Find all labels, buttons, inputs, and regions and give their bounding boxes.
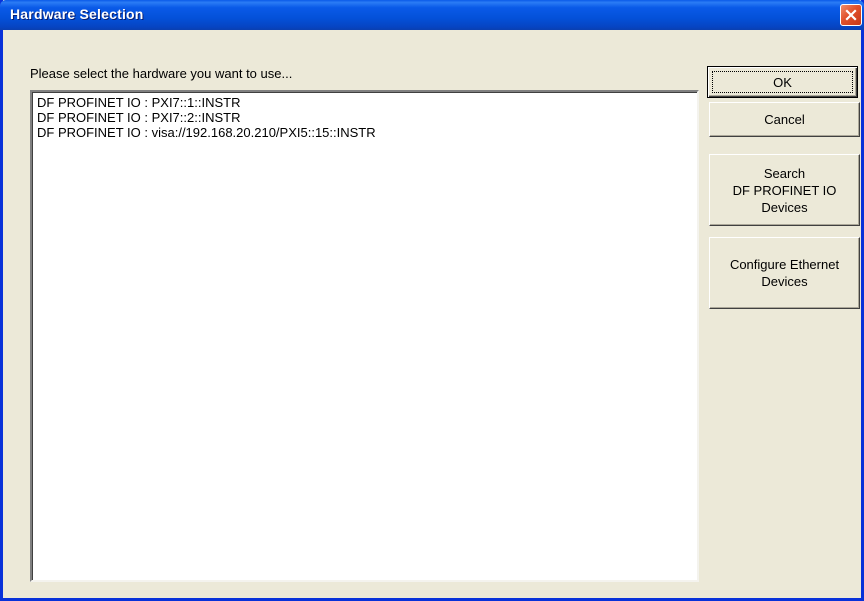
ok-button-label: OK [773, 74, 792, 90]
window-title: Hardware Selection [10, 6, 144, 22]
instruction-label: Please select the hardware you want to u… [30, 66, 293, 81]
list-item[interactable]: DF PROFINET IO : PXI7::1::INSTR [37, 95, 697, 110]
cancel-button[interactable]: Cancel [709, 102, 860, 137]
list-item[interactable]: DF PROFINET IO : PXI7::2::INSTR [37, 110, 697, 125]
close-button[interactable] [840, 4, 862, 26]
search-devices-button[interactable]: Search DF PROFINET IO Devices [709, 154, 860, 226]
search-devices-button-label: Search DF PROFINET IO Devices [732, 165, 837, 215]
hardware-selection-dialog: Hardware Selection Please select the har… [0, 0, 864, 601]
title-bar[interactable]: Hardware Selection [0, 0, 864, 30]
list-item[interactable]: DF PROFINET IO : visa://192.168.20.210/P… [37, 125, 697, 140]
close-icon [845, 9, 857, 21]
configure-ethernet-button[interactable]: Configure Ethernet Devices [709, 237, 860, 309]
configure-ethernet-button-label: Configure Ethernet Devices [729, 257, 840, 289]
hardware-listbox[interactable]: DF PROFINET IO : PXI7::1::INSTR DF PROFI… [30, 90, 699, 582]
ok-button[interactable]: OK [707, 66, 858, 98]
cancel-button-label: Cancel [764, 112, 805, 127]
